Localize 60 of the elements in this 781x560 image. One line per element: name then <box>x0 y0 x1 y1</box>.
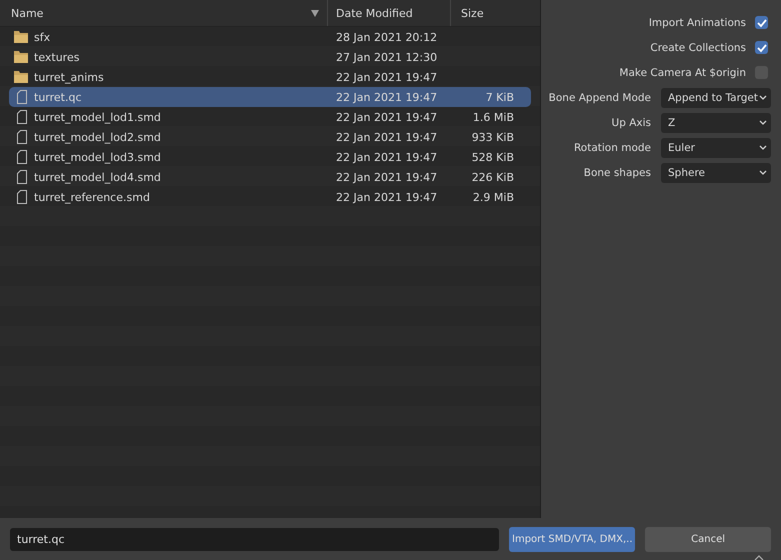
file-name: sfx <box>34 30 50 44</box>
option-label: Bone shapes <box>582 166 651 178</box>
file-date: 22 Jan 2021 19:47 <box>335 170 438 184</box>
file-size: 226 KiB <box>472 170 514 184</box>
dropdown[interactable]: Euler <box>661 138 771 158</box>
file-name: turret_model_lod3.smd <box>34 150 161 164</box>
file-name: turret_reference.smd <box>34 190 150 204</box>
option-label: Bone Append Mode <box>548 92 651 104</box>
file-row[interactable]: turret_reference.smd 22 Jan 2021 19:47 2.9 MiB <box>9 187 531 207</box>
file-size: 1.6 MiB <box>472 110 514 124</box>
file-name: turret_model_lod2.smd <box>34 130 161 144</box>
file-name: textures <box>34 50 80 64</box>
chevron-down-icon <box>759 144 767 150</box>
file-name: turret_model_lod4.smd <box>34 170 161 184</box>
option-label: Import Animations <box>648 16 746 28</box>
file-date: 22 Jan 2021 19:47 <box>335 130 438 144</box>
folder-icon <box>13 30 29 44</box>
checkbox[interactable] <box>755 16 768 29</box>
file-row[interactable]: turret_model_lod2.smd 22 Jan 2021 19:47 933 KiB <box>9 127 531 147</box>
column-header[interactable]: Size <box>451 0 539 26</box>
cancel-button[interactable]: Cancel <box>645 526 771 552</box>
file-row[interactable]: turret_model_lod3.smd 22 Jan 2021 19:47 528 KiB <box>9 147 531 167</box>
chevron-down-icon <box>759 120 767 126</box>
file-date: 22 Jan 2021 19:47 <box>335 110 438 124</box>
file-row[interactable]: turret.qc 22 Jan 2021 19:47 7 KiB <box>9 87 531 107</box>
folder-icon <box>13 70 29 84</box>
file-size: 528 KiB <box>472 150 514 164</box>
file-date: 27 Jan 2021 12:30 <box>335 50 438 64</box>
file-date: 28 Jan 2021 20:12 <box>335 30 438 44</box>
file-name: turret.qc <box>34 90 82 104</box>
option-label: Up Axis <box>610 116 651 128</box>
file-size: 2.9 MiB <box>472 190 514 204</box>
dropdown[interactable]: Z <box>661 112 771 132</box>
file-size: 7 KiB <box>486 90 514 104</box>
dropdown[interactable]: Sphere <box>661 162 771 182</box>
file-row[interactable]: turret_model_lod4.smd 22 Jan 2021 19:47 226 KiB <box>9 167 531 187</box>
folder-icon <box>13 50 29 64</box>
file-size: 933 KiB <box>472 130 514 144</box>
file-date: 22 Jan 2021 19:47 <box>335 70 438 84</box>
dropdown[interactable]: Append to Target <box>661 88 771 108</box>
file-date: 22 Jan 2021 19:47 <box>335 90 438 104</box>
column-header[interactable]: Date Modified <box>328 0 451 26</box>
option-label: Create Collections <box>650 42 746 54</box>
file-name: turret_anims <box>34 70 104 84</box>
import-button[interactable]: Import SMD/VTA, DMX,.. <box>509 526 636 552</box>
chevron-down-icon <box>759 94 767 100</box>
file-row[interactable]: sfx 28 Jan 2021 20:12 <box>9 27 531 47</box>
option-label: Rotation mode <box>572 142 651 154</box>
filename-field[interactable]: turret.qc <box>10 528 500 550</box>
chevron-up-icon[interactable] <box>753 555 765 560</box>
file-date: 22 Jan 2021 19:47 <box>335 190 438 204</box>
file-row[interactable]: textures 27 Jan 2021 12:30 <box>9 47 531 67</box>
file-row[interactable]: turret_anims 22 Jan 2021 19:47 <box>9 67 531 87</box>
option-label: Make Camera At $origin <box>619 66 746 78</box>
file-date: 22 Jan 2021 19:47 <box>335 150 438 164</box>
checkbox[interactable] <box>755 41 768 54</box>
chevron-down-icon <box>759 170 767 176</box>
file-row[interactable]: turret_model_lod1.smd 22 Jan 2021 19:47 1.6 MiB <box>9 107 531 127</box>
file-name: turret_model_lod1.smd <box>34 110 161 124</box>
column-header[interactable]: Name <box>0 0 328 26</box>
